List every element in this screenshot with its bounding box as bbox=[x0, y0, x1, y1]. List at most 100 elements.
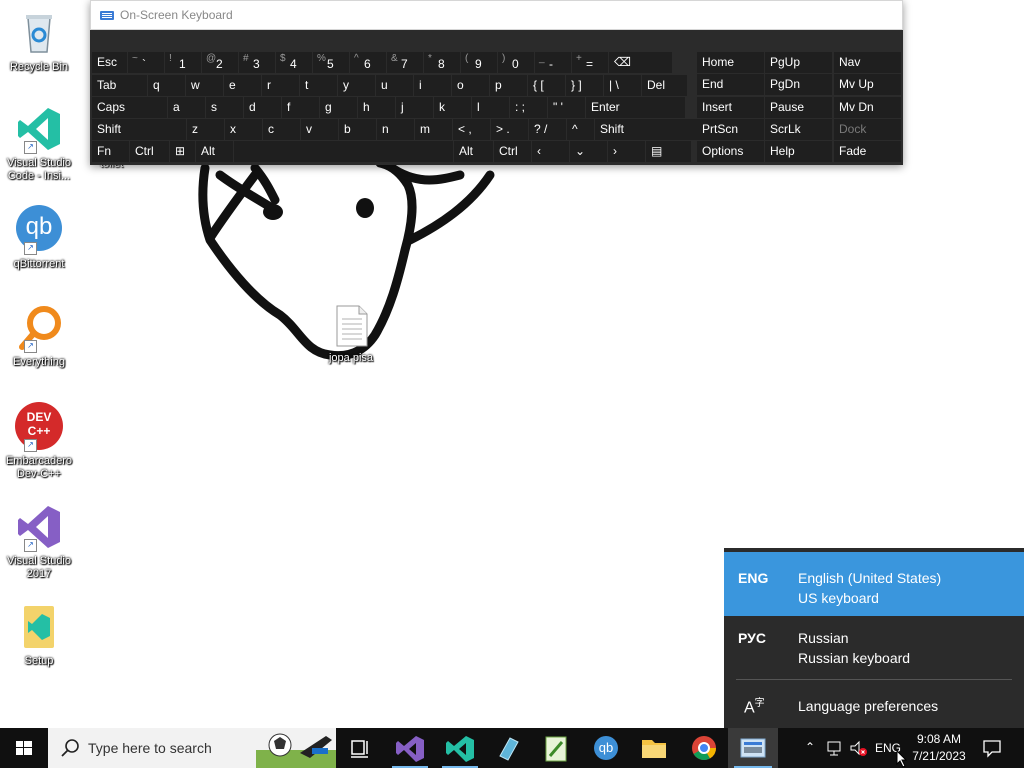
key-shift[interactable]: Shift bbox=[92, 119, 186, 140]
key-[interactable]: { [ bbox=[528, 75, 565, 96]
taskbar-chrome[interactable] bbox=[680, 728, 728, 768]
key-9[interactable]: (9 bbox=[461, 52, 497, 73]
key-3[interactable]: #3 bbox=[239, 52, 275, 73]
key-scrlk[interactable]: ScrLk bbox=[765, 119, 832, 140]
key-d[interactable]: d bbox=[244, 97, 281, 118]
key-[interactable]: ⌫ bbox=[609, 52, 672, 73]
key-[interactable]: ‹ bbox=[532, 141, 569, 162]
key-fade[interactable]: Fade bbox=[834, 141, 901, 162]
key-s[interactable]: s bbox=[206, 97, 243, 118]
key-[interactable]: " ' bbox=[548, 97, 585, 118]
network-icon[interactable] bbox=[826, 739, 844, 757]
action-center-icon[interactable] bbox=[982, 738, 1002, 758]
key-[interactable]: ^ bbox=[567, 119, 594, 140]
taskbar-app-blue[interactable] bbox=[484, 728, 532, 768]
key-nav[interactable]: Nav bbox=[834, 52, 901, 73]
key-[interactable]: ▤ bbox=[646, 141, 691, 162]
taskbar-qbittorrent[interactable]: qb bbox=[582, 728, 630, 768]
key-c[interactable]: c bbox=[263, 119, 300, 140]
key-w[interactable]: w bbox=[186, 75, 223, 96]
key-ctrl[interactable]: Ctrl bbox=[130, 141, 169, 162]
taskbar-visual-studio[interactable] bbox=[386, 728, 434, 768]
osk-titlebar[interactable]: On-Screen Keyboard bbox=[90, 0, 903, 30]
key-alt[interactable]: Alt bbox=[454, 141, 493, 162]
key-pgdn[interactable]: PgDn bbox=[765, 74, 832, 95]
desktop-icon-qbittorrent[interactable]: qb ↗ qBittorrent bbox=[4, 205, 74, 271]
key-m[interactable]: m bbox=[415, 119, 452, 140]
taskbar-vscode-insiders[interactable] bbox=[436, 728, 484, 768]
key-help[interactable]: Help bbox=[765, 141, 832, 162]
key-a[interactable]: a bbox=[168, 97, 205, 118]
key-[interactable]: > . bbox=[491, 119, 528, 140]
key-insert[interactable]: Insert bbox=[697, 97, 764, 118]
on-screen-keyboard-window[interactable]: On-Screen Keyboard Esc ~ `! 1 @2 #3 $4% 5 ^ 6 & 7 * 8… bbox=[90, 0, 903, 165]
key-x[interactable]: x bbox=[225, 119, 262, 140]
desktop-icon-devcpp[interactable]: DEV C++ ↗ Embarcadero Dev-C++ bbox=[4, 402, 74, 481]
key-i[interactable]: i bbox=[414, 75, 451, 96]
key-[interactable]: } ] bbox=[566, 75, 603, 96]
key-0[interactable]: ) 0 bbox=[498, 52, 534, 73]
key-2[interactable]: @2 bbox=[202, 52, 238, 73]
key-h[interactable]: h bbox=[358, 97, 395, 118]
key-space[interactable] bbox=[234, 141, 453, 162]
clock[interactable]: 9:08 AM 7/21/2023 bbox=[906, 731, 972, 765]
start-button[interactable] bbox=[0, 728, 48, 768]
key-q[interactable]: q bbox=[148, 75, 185, 96]
key-alt[interactable]: Alt bbox=[196, 141, 233, 162]
key-tab[interactable]: Tab bbox=[92, 75, 147, 96]
key-v[interactable]: v bbox=[301, 119, 338, 140]
language-preferences-link[interactable]: A字 Language preferences bbox=[724, 684, 1024, 724]
key-[interactable]: < , bbox=[453, 119, 490, 140]
key-fn[interactable]: Fn bbox=[92, 141, 129, 162]
key-5[interactable]: % 5 bbox=[313, 52, 349, 73]
key-home[interactable]: Home bbox=[697, 52, 764, 73]
taskbar-notepadpp[interactable] bbox=[532, 728, 580, 768]
task-view-button[interactable] bbox=[336, 728, 384, 768]
volume-muted-icon[interactable] bbox=[849, 739, 867, 757]
key-6[interactable]: ^ 6 bbox=[350, 52, 386, 73]
key-[interactable]: _ - bbox=[535, 52, 571, 73]
key-[interactable]: ? / bbox=[529, 119, 566, 140]
desktop-icon-visual-studio[interactable]: ↗ Visual Studio 2017 bbox=[4, 502, 74, 581]
key-e[interactable]: e bbox=[224, 75, 261, 96]
key-7[interactable]: & 7 bbox=[387, 52, 423, 73]
key-[interactable]: ~ ` bbox=[128, 52, 164, 73]
key-t[interactable]: t bbox=[300, 75, 337, 96]
key-1[interactable]: ! 1 bbox=[165, 52, 201, 73]
key-pgup[interactable]: PgUp bbox=[765, 52, 832, 73]
key-[interactable]: : ; bbox=[510, 97, 547, 118]
key-[interactable]: ⊞ bbox=[170, 141, 195, 162]
key-pause[interactable]: Pause bbox=[765, 97, 832, 118]
desktop-icon-setup[interactable]: Setup bbox=[4, 602, 74, 668]
key-mvup[interactable]: Mv Up bbox=[834, 74, 901, 95]
language-item-eng[interactable]: ENG English (United States) US keyboard bbox=[724, 552, 1024, 616]
key-u[interactable]: u bbox=[376, 75, 413, 96]
key-[interactable]: | \ bbox=[604, 75, 641, 96]
key-n[interactable]: n bbox=[377, 119, 414, 140]
key-end[interactable]: End bbox=[697, 74, 764, 95]
key-4[interactable]: $4 bbox=[276, 52, 312, 73]
key-[interactable]: + = bbox=[572, 52, 608, 73]
taskbar-file-explorer[interactable] bbox=[630, 728, 678, 768]
desktop-icon-everything[interactable]: ↗ Everything bbox=[4, 303, 74, 369]
key-options[interactable]: Options bbox=[697, 141, 764, 162]
key-esc[interactable]: Esc bbox=[92, 52, 127, 73]
key-g[interactable]: g bbox=[320, 97, 357, 118]
key-o[interactable]: o bbox=[452, 75, 489, 96]
taskbar-on-screen-keyboard[interactable] bbox=[728, 728, 778, 768]
desktop-icon-vscode-insiders[interactable]: ↗ Visual Studio Code - Insi... bbox=[4, 104, 74, 183]
desktop-file-jopa-pisa[interactable]: jopa pisa bbox=[320, 305, 382, 364]
key-dock[interactable]: Dock bbox=[834, 119, 901, 140]
key-ctrl[interactable]: Ctrl bbox=[494, 141, 531, 162]
key-prtscn[interactable]: PrtScn bbox=[697, 119, 764, 140]
key-shift[interactable]: Shift bbox=[595, 119, 711, 140]
key-mvdn[interactable]: Mv Dn bbox=[834, 97, 901, 118]
key-l[interactable]: l bbox=[472, 97, 509, 118]
key-8[interactable]: * 8 bbox=[424, 52, 460, 73]
key-enter[interactable]: Enter bbox=[586, 97, 685, 118]
taskbar-search-box[interactable]: Type here to search bbox=[48, 728, 336, 768]
key-f[interactable]: f bbox=[282, 97, 319, 118]
key-z[interactable]: z bbox=[187, 119, 224, 140]
key-y[interactable]: y bbox=[338, 75, 375, 96]
key-[interactable]: ⌄ bbox=[570, 141, 607, 162]
